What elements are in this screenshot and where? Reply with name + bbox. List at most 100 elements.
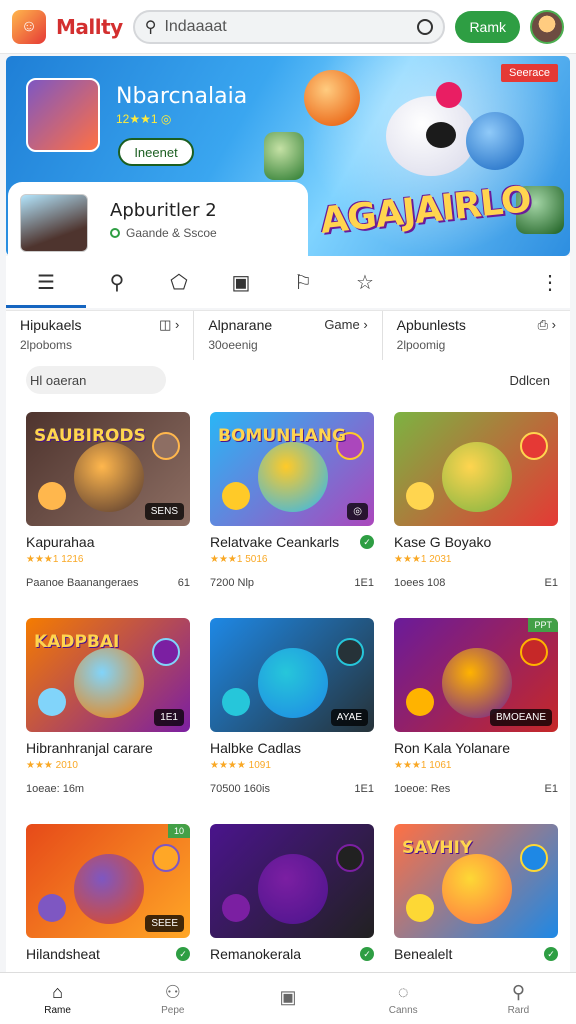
verified-icon: ✓ xyxy=(176,947,190,961)
game-character xyxy=(74,648,144,718)
game-title-row: Relatvake Ceankarls ✓ xyxy=(210,534,374,550)
game-title: Kapurahaa xyxy=(26,534,95,550)
category-row: Hipukaels 2lpoboms ◫ › Alpnarane 30oeeni… xyxy=(6,310,570,360)
game-sparkle xyxy=(38,482,66,510)
game-character xyxy=(442,648,512,718)
avatar[interactable] xyxy=(530,9,564,44)
person-search-icon: ⚲ xyxy=(109,271,125,294)
nav-item[interactable]: ⚲ Rard xyxy=(461,973,576,1024)
game-meta: 1oees 108 E1 xyxy=(394,577,558,589)
game-meta-left: 1oeoe: Res xyxy=(394,783,451,795)
game-character xyxy=(258,854,328,924)
game-title-row: Hibranhranjal carare xyxy=(26,740,190,756)
tab-favorites[interactable]: ☆ xyxy=(334,256,396,308)
game-card[interactable]: Remanokerala ✓ xyxy=(210,824,374,972)
tab-education[interactable]: ⬠ xyxy=(148,256,210,308)
game-title: Hibranhranjal carare xyxy=(26,740,153,756)
category-card[interactable]: Alpnarane 30oeenig Game › xyxy=(194,311,383,360)
game-thumbnail[interactable]: AYAE xyxy=(210,618,374,732)
tab-bookmark[interactable]: ⚐ xyxy=(272,256,334,308)
game-sparkle xyxy=(38,688,66,716)
search-bar[interactable]: ⚲ xyxy=(132,9,446,44)
game-rating-text: ★★★1 1061 xyxy=(394,760,452,771)
category-card[interactable]: Apbunlests 2lpoomig ⎙ › xyxy=(383,311,570,360)
voice-icon[interactable] xyxy=(417,18,434,35)
game-meta: 1oeoe: Res E1 xyxy=(394,783,558,795)
game-meta-right: 1E1 xyxy=(354,577,374,589)
game-logo-text: SAUBIRODS xyxy=(34,426,146,446)
category-subtitle: 2lpoomig xyxy=(396,338,446,352)
category-card[interactable]: Hipukaels 2lpoboms ◫ › xyxy=(6,311,195,360)
calendar-icon: ▣ xyxy=(231,271,251,294)
game-rating-text: ★★★★ 1091 xyxy=(210,760,271,771)
more-vertical-icon: ⋮ xyxy=(540,271,560,294)
game-title: Remanokerala xyxy=(210,946,302,962)
nav-item[interactable]: ▣ xyxy=(230,973,345,1024)
category-subtitle: 30oeenig xyxy=(208,338,258,352)
tab-calendar[interactable]: ▣ xyxy=(210,256,272,308)
banner-install-button[interactable]: Ineenet xyxy=(118,138,194,166)
game-meta-right: E1 xyxy=(544,577,558,589)
filter-row: Hl oaeran Ddlcen xyxy=(6,360,570,400)
tab-people[interactable]: ⚲ xyxy=(86,256,148,308)
game-thumbnail[interactable]: BOMUNHANG ◎ xyxy=(210,412,374,526)
nav-item[interactable]: ◌ Canns xyxy=(346,973,461,1024)
category-title: Hipukaels xyxy=(20,317,82,333)
nav-item[interactable]: ⚇ Pepe xyxy=(115,973,230,1024)
game-card[interactable]: SAVHIY Benealelt ✓ xyxy=(394,824,558,972)
game-sparkle xyxy=(152,638,180,666)
filter-chip[interactable]: Hl oaeran xyxy=(26,366,166,394)
verified-icon: ✓ xyxy=(360,535,374,549)
game-thumbnail[interactable] xyxy=(210,824,374,938)
banner-app-thumbnail[interactable] xyxy=(26,78,100,152)
game-sparkle xyxy=(222,688,250,716)
game-thumbnail[interactable] xyxy=(394,412,558,526)
game-thumbnail[interactable]: SAVHIY xyxy=(394,824,558,938)
banner-rating: 12★★1 ◎ xyxy=(116,112,172,126)
game-card[interactable]: BOMUNHANG ◎ Relatvake Ceankarls ✓ ★★★1 5… xyxy=(210,412,374,606)
bookmark-icon: ⚐ xyxy=(294,271,312,294)
banner-monster-blue xyxy=(466,112,524,170)
game-title: Halbke Cadlas xyxy=(210,740,302,756)
cap-icon: ⬠ xyxy=(170,271,188,294)
grid-icon: ☰ xyxy=(37,271,55,294)
game-title: Benealelt xyxy=(394,946,453,962)
game-title-row: Remanokerala ✓ xyxy=(210,946,374,962)
game-rating: ★★★★ 1091 xyxy=(210,760,374,771)
more-menu[interactable]: ⋮ xyxy=(530,256,570,308)
game-thumbnail[interactable]: KADPBAI 1E1 xyxy=(26,618,190,732)
featured-app-title: Apburitler 2 xyxy=(110,200,217,221)
game-card[interactable]: AYAE Halbke Cadlas ★★★★ 1091 70500 160is… xyxy=(210,618,374,812)
game-rating: ★★★1 1061 xyxy=(394,760,558,771)
featured-app-thumbnail[interactable] xyxy=(20,194,88,252)
game-character xyxy=(74,854,144,924)
banner-candy-green xyxy=(264,132,304,180)
header-action-button[interactable]: Ramk xyxy=(455,10,520,43)
game-rating-text: ★★★ 2010 xyxy=(26,760,78,771)
game-logo-text: KADPBAI xyxy=(34,632,120,652)
search-input[interactable] xyxy=(164,17,410,36)
game-card[interactable]: KADPBAI 1E1 Hibranhranjal carare ★★★ 201… xyxy=(26,618,190,812)
game-character xyxy=(258,648,328,718)
game-title: Hilandsheat xyxy=(26,946,100,962)
game-thumbnail[interactable]: SEEE 10 xyxy=(26,824,190,938)
person-icon: ⚇ xyxy=(164,981,181,1002)
nav-label: Rame xyxy=(44,1004,71,1016)
game-corner-badge: 1E1 xyxy=(154,709,184,726)
game-rating-text: ★★★1 2031 xyxy=(394,554,452,565)
game-card[interactable]: SAUBIRODS SENS Kapurahaa ★★★1 1216 Paano… xyxy=(26,412,190,606)
game-thumbnail[interactable]: SAUBIRODS SENS xyxy=(26,412,190,526)
game-card[interactable]: SEEE 10 Hilandsheat ✓ xyxy=(26,824,190,972)
game-thumbnail[interactable]: BMOEANE PPT xyxy=(394,618,558,732)
tab-grid[interactable]: ☰ xyxy=(6,256,86,308)
game-sparkle xyxy=(520,638,548,666)
banner-candy-pink xyxy=(436,82,462,108)
nav-item[interactable]: ⌂ Rame xyxy=(0,973,115,1024)
game-title: Kase G Boyako xyxy=(394,534,492,550)
sort-dropdown[interactable]: Ddlcen xyxy=(510,373,550,388)
game-top-badge: PPT xyxy=(528,618,558,632)
app-logo-icon[interactable]: ☺ xyxy=(12,9,46,44)
game-card[interactable]: Kase G Boyako ★★★1 2031 1oees 108 E1 xyxy=(394,412,558,606)
game-card[interactable]: BMOEANE PPT Ron Kala Yolanare ★★★1 1061 … xyxy=(394,618,558,812)
game-rating: ★★★1 1216 xyxy=(26,554,190,565)
